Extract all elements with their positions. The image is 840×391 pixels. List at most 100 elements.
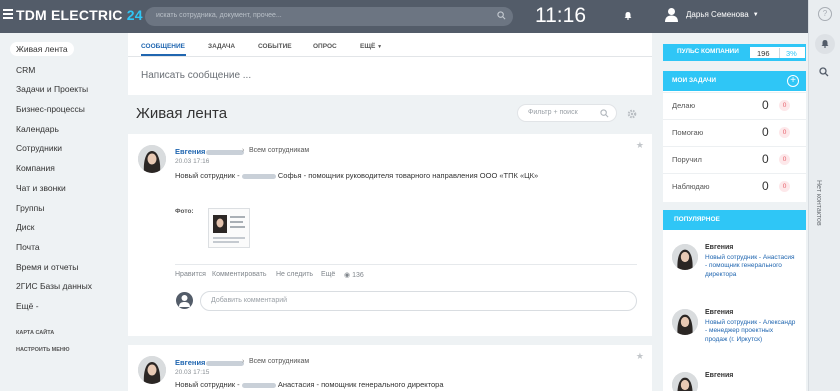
post-date[interactable]: 20.03 17:16 [175,158,209,165]
eye-icon: ◉ [344,272,351,279]
gear-icon[interactable] [627,109,637,119]
post-author[interactable]: Евгения [175,147,205,156]
task-row-label: Наблюдаю [672,182,710,191]
caret-down-icon: ▼ [752,11,759,18]
clock[interactable]: 11:16 [535,4,586,28]
user-menu[interactable]: Дарья Семенова ▼ [664,7,759,22]
menu-item-chat[interactable]: Чат и звонки [16,183,66,193]
filter-placeholder: Фильтр + поиск [528,109,578,116]
comment-placeholder: Добавить комментарий [211,297,288,304]
like-button[interactable]: Нравится [175,271,206,278]
task-row-badge: 0 [779,154,790,165]
post-text-prefix: Новый сотрудник - [175,380,240,389]
attached-photo[interactable] [208,208,250,248]
help-icon[interactable]: ? [818,7,832,21]
search-input[interactable]: искать сотрудника, документ, прочее... [145,7,513,26]
menu-item-crm[interactable]: CRM [16,65,35,75]
popular-title: ПОПУЛЯРНОЕ [674,216,720,223]
search-icon[interactable] [497,11,506,20]
post-composer: СООБЩЕНИЕ ЗАДАЧА СОБЫТИЕ ОПРОС ЕЩЁ ▼ Нап… [128,33,652,95]
menu-item-2gis[interactable]: 2ГИС Базы данных [16,281,92,291]
task-row-badge: 0 [779,181,790,192]
tab-message[interactable]: СООБЩЕНИЕ [141,43,185,50]
configure-menu-link[interactable]: НАСТРОИТЬ МЕНЮ [16,347,70,353]
menu-item-more[interactable]: Ещё - [16,301,39,311]
popular-author: Евгения [705,309,734,316]
pulse-percent: 3% [786,49,797,58]
pulse-label: ПУЛЬС КОМПАНИИ [677,48,739,55]
comment-button[interactable]: Комментировать [212,271,267,278]
author-avatar [672,372,698,391]
views-counter: ◉ 136 [344,271,364,279]
current-user-avatar [176,292,193,309]
post-text: Новый сотрудник - Анастасия - помощник г… [175,380,444,389]
comment-input[interactable]: Добавить комментарий [200,291,637,311]
tab-poll[interactable]: ОПРОС [313,43,337,50]
popular-text[interactable]: Новый сотрудник - Александр - менеджер п… [705,319,797,344]
menu-item-tasks[interactable]: Задачи и Проекты [16,84,88,94]
search-placeholder: искать сотрудника, документ, прочее... [156,12,282,19]
task-row-assigned[interactable]: Поручил 0 0 [663,146,806,172]
popular-header: ПОПУЛЯРНОЕ [663,210,806,230]
task-row-count: 0 [762,125,769,139]
post-text-body: Софья - помощник руководителя товарного … [277,171,539,180]
more-button[interactable]: Ещё [321,271,335,278]
tab-task[interactable]: ЗАДАЧА [208,43,235,50]
pulse-values: 196 3% [749,46,806,59]
post-audience[interactable]: Всем сотрудникам [249,147,309,154]
feed-post: Евгения › Всем сотрудникам 20.03 17:15 Н… [128,345,652,391]
views-count: 136 [352,272,364,279]
contacts-label: Нет контактов [815,180,822,226]
tab-event[interactable]: СОБЫТИЕ [258,43,292,50]
popular-widget: ПОПУЛЯРНОЕ Евгения Новый сотрудник - Ана… [663,210,806,391]
star-icon[interactable]: ★ [636,140,644,151]
post-date[interactable]: 20.03 17:15 [175,369,209,376]
pulse-value: 196 [757,49,770,58]
notifications-button[interactable] [815,34,835,54]
brand-logo[interactable]: TDM ELECTRIC 24 [16,7,143,23]
company-pulse[interactable]: ПУЛЬС КОМПАНИИ 196 3% [663,44,806,61]
menu-item-employees[interactable]: Сотрудники [16,143,62,153]
menu-item-bizproc[interactable]: Бизнес-процессы [16,104,85,114]
star-icon[interactable]: ★ [636,351,644,362]
top-header: TDM ELECTRIC 24 искать сотрудника, докум… [0,0,808,33]
arrow-right-icon: › [242,358,245,365]
post-audience[interactable]: Всем сотрудникам [249,358,309,365]
task-row-watching[interactable]: Наблюдаю 0 0 [663,173,806,199]
bell-icon[interactable] [624,11,632,20]
photo-label: Фото: [175,208,194,215]
menu-burger-icon[interactable] [3,9,13,19]
redacted-surname [241,382,276,388]
tab-more[interactable]: ЕЩЁ ▼ [360,43,382,50]
task-row-label: Помогаю [672,128,704,137]
unfollow-button[interactable]: Не следить [276,271,313,278]
filter-search-input[interactable]: Фильтр + поиск [517,104,617,122]
task-row-doing[interactable]: Делаю 0 0 [663,92,806,118]
post-author[interactable]: Евгения [175,358,205,367]
author-avatar[interactable] [138,145,166,173]
menu-item-live-feed[interactable]: Живая лента [10,42,74,56]
menu-item-disk[interactable]: Диск [16,222,34,232]
message-input[interactable]: Написать сообщение ... [141,70,251,81]
menu-item-calendar[interactable]: Календарь [16,124,59,134]
task-row-helping[interactable]: Помогаю 0 0 [663,119,806,145]
my-tasks-title[interactable]: МОИ ЗАДАЧИ [672,77,716,84]
popular-text[interactable]: Новый сотрудник - Анастасия - помощник г… [705,254,797,279]
search-icon[interactable] [819,67,829,77]
divider [128,56,652,57]
task-row-label: Поручил [672,155,702,164]
menu-item-company[interactable]: Компания [16,163,55,173]
feed-post: Евгения › Всем сотрудникам 20.03 17:16 Н… [128,134,652,336]
tab-more-label: ЕЩЁ [360,43,376,50]
menu-item-groups[interactable]: Группы [16,203,44,213]
caret-down-icon: ▼ [377,44,383,50]
site-map-link[interactable]: КАРТА САЙТА [16,330,54,336]
menu-item-time[interactable]: Время и отчеты [16,262,78,272]
post-text-prefix: Новый сотрудник - [175,171,240,180]
task-row-badge: 0 [779,100,790,111]
task-row-badge: 0 [779,127,790,138]
my-tasks-widget: МОИ ЗАДАЧИ + Делаю 0 0 Помогаю 0 0 Поруч… [663,71,806,202]
author-avatar[interactable] [138,356,166,384]
add-task-icon[interactable]: + [787,75,799,87]
menu-item-mail[interactable]: Почта [16,242,40,252]
